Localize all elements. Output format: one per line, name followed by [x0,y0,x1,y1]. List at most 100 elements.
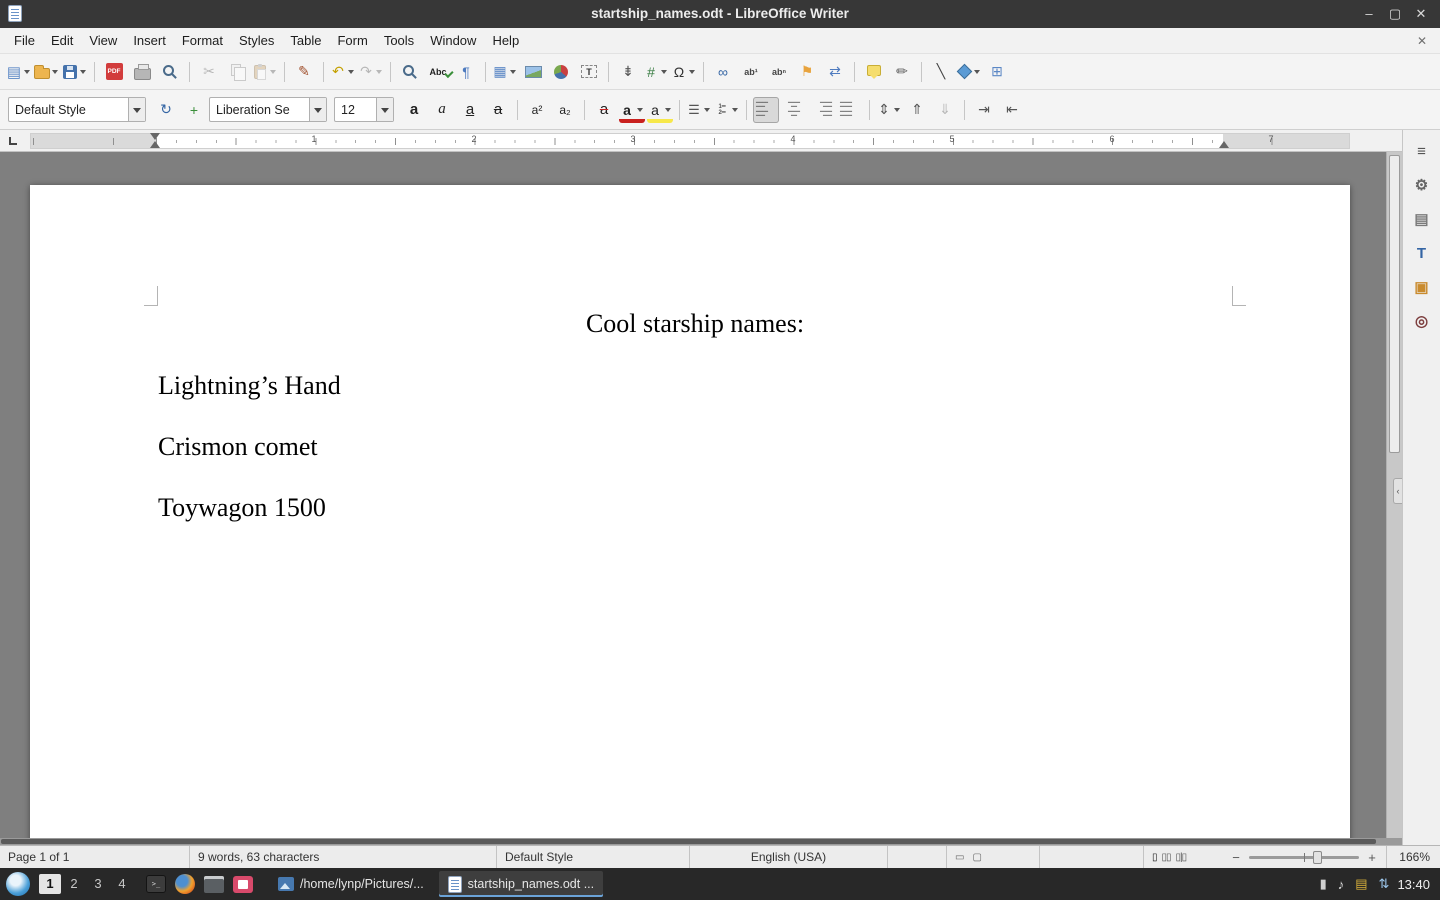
language-status[interactable]: English (USA) [690,846,888,868]
paste[interactable] [252,59,278,85]
print-preview[interactable] [157,59,183,85]
network-sync-icon[interactable]: ⇅ [1379,876,1390,892]
menu-table[interactable]: Table [282,30,329,51]
files-icon[interactable] [204,876,224,893]
close-button[interactable]: ✕ [1408,0,1434,28]
insert-line[interactable]: ╲ [928,59,954,85]
clipboard-manager-icon[interactable]: ▤ [1355,876,1367,892]
selection-mode-icon[interactable]: ▭ [955,852,964,863]
align-center[interactable]: ━━━━ ━━ ━━━━ ━━ [781,97,807,123]
right-indent-marker[interactable] [1219,141,1229,148]
bold[interactable]: a [401,97,427,123]
insert-table[interactable]: ▦ [492,59,518,85]
align-left[interactable]: ━━━━ ━━━ ━━━━ ━━━ [753,97,779,123]
ordered-list[interactable]: 1━ 2━ [714,97,740,123]
clone-formatting[interactable]: ✎ [291,59,317,85]
workspace-button[interactable]: 3 [87,874,109,894]
workspace-button[interactable]: 4 [111,874,133,894]
battery-icon[interactable]: ▮ [1320,876,1327,892]
single-page-view-icon[interactable]: ▯ [1152,852,1157,863]
insert-mode-status[interactable] [888,846,947,868]
left-indent-marker[interactable] [150,141,160,148]
restore-button[interactable]: ▢ [1382,0,1408,28]
styles-deck-icon[interactable]: T [1408,239,1436,267]
screenshot-tool-icon[interactable] [233,876,253,893]
cut[interactable]: ✂ [196,59,222,85]
line-spacing[interactable]: ⇕ [876,97,902,123]
increase-indent[interactable]: ⇥ [971,97,997,123]
formatting-marks[interactable]: ¶ [453,59,479,85]
font-size-dropdown-button[interactable] [376,98,393,121]
copy[interactable] [224,59,250,85]
close-document-button[interactable]: ✕ [1412,32,1432,50]
taskbar-window-writer[interactable]: startship_names.odt ... [439,871,603,897]
font-name-dropdown-button[interactable] [309,98,326,121]
font-size-combo[interactable]: 12 [334,97,394,122]
menu-file[interactable]: File [6,30,43,51]
menu-help[interactable]: Help [484,30,527,51]
menu-format[interactable]: Format [174,30,231,51]
print[interactable] [129,59,155,85]
subscript[interactable]: a₂ [552,97,578,123]
paragraph-style-combo[interactable]: Default Style [8,97,146,122]
menu-tools[interactable]: Tools [376,30,422,51]
horizontal-ruler[interactable]: 1234567 [0,130,1402,152]
save-status-icon[interactable]: ▢ [972,852,981,863]
insert-comment[interactable] [861,59,887,85]
zoom-slider-track[interactable] [1249,856,1359,859]
insert-special-character[interactable]: Ω [671,59,697,85]
page-deck-icon[interactable]: ▤ [1408,205,1436,233]
increase-paragraph-spacing[interactable]: ⇑ [904,97,930,123]
clear-direct-formatting[interactable]: a [591,97,617,123]
italic[interactable]: a [429,97,455,123]
redo[interactable]: ↷ [358,59,384,85]
decrease-paragraph-spacing[interactable]: ⇓ [932,97,958,123]
insert-bookmark[interactable]: ⚑ [794,59,820,85]
new-style[interactable]: + [181,97,207,123]
menu-insert[interactable]: Insert [125,30,174,51]
undo[interactable]: ↶ [330,59,356,85]
document-paragraph[interactable]: Lightning’s Hand [158,369,1232,403]
zoom-level[interactable]: 166% [1386,846,1440,868]
spelling[interactable]: Abc [425,59,451,85]
paragraph-style-status[interactable]: Default Style [497,846,690,868]
menu-styles[interactable]: Styles [231,30,282,51]
basic-shapes[interactable] [956,59,982,85]
workspace-button[interactable]: 1 [39,874,61,894]
sidebar-settings-icon[interactable]: ≡ [1408,137,1436,165]
document-heading[interactable]: Cool starship names: [158,307,1232,341]
horizontal-scrollbar[interactable] [0,838,1402,845]
align-justify[interactable]: ━━━━ ━━━━ ━━━━ ━━━━ [837,97,863,123]
update-style[interactable]: ↻ [153,97,179,123]
document-paragraph[interactable]: Crismon comet [158,430,1232,464]
properties-deck-icon[interactable]: ⚙ [1408,171,1436,199]
show-draw-functions[interactable]: ⊞ [984,59,1010,85]
strikethrough[interactable]: a [485,97,511,123]
horizontal-scrollbar-thumb[interactable] [1,839,1376,844]
sidebar-toggle-handle[interactable]: ‹ [1393,478,1402,504]
open-file[interactable] [34,59,60,85]
page-number-status[interactable]: Page 1 of 1 [0,846,190,868]
word-count-status[interactable]: 9 words, 63 characters [190,846,497,868]
menu-form[interactable]: Form [329,30,375,51]
unordered-list[interactable]: ☰ [686,97,712,123]
terminal-icon[interactable]: >_ [146,875,166,893]
taskbar-clock[interactable]: 13:40 [1397,877,1434,892]
insert-chart[interactable] [548,59,574,85]
insert-endnote[interactable]: abⁿ [766,59,792,85]
applications-menu-icon[interactable] [6,872,30,896]
export-pdf[interactable]: PDF [101,59,127,85]
volume-icon[interactable]: ♪ [1338,877,1345,892]
decrease-indent[interactable]: ⇤ [999,97,1025,123]
insert-footnote[interactable]: ab¹ [738,59,764,85]
find-and-replace[interactable] [397,59,423,85]
zoom-slider-thumb[interactable] [1313,851,1322,864]
first-line-indent-marker[interactable] [150,133,160,140]
new-document[interactable]: ▤ [6,59,32,85]
menu-window[interactable]: Window [422,30,484,51]
insert-image[interactable] [520,59,546,85]
track-changes[interactable]: ✏ [889,59,915,85]
document-paragraph[interactable]: Toywagon 1500 [158,491,1232,525]
navigator-deck-icon[interactable]: ◎ [1408,307,1436,335]
vertical-scrollbar-thumb[interactable] [1389,155,1400,453]
